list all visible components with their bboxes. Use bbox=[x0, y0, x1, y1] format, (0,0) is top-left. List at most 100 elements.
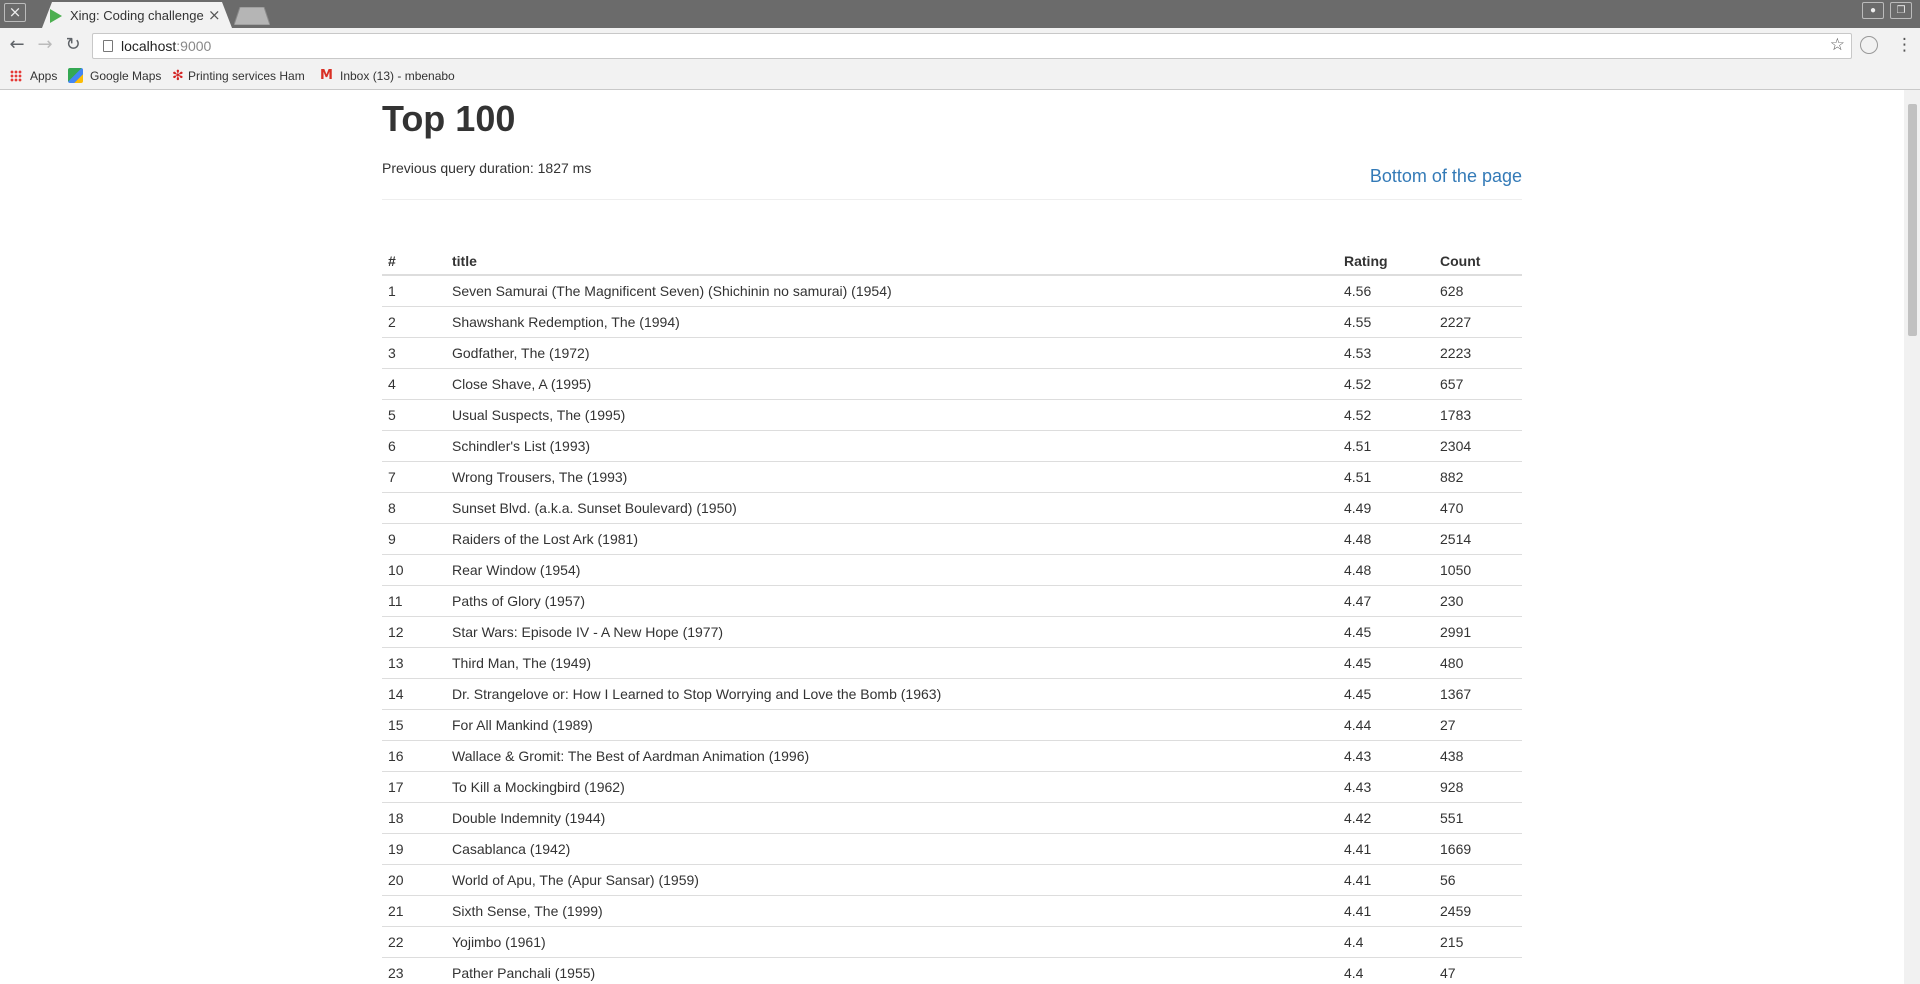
cell-title: Third Man, The (1949) bbox=[446, 647, 1338, 679]
address-bar[interactable]: localhost:9000 ☆ bbox=[92, 33, 1852, 59]
cell-count: 438 bbox=[1434, 740, 1522, 772]
table-row: 2 Shawshank Redemption, The (1994) 4.55 222… bbox=[382, 306, 1522, 338]
new-tab-button[interactable] bbox=[234, 7, 270, 25]
cell-title: Godfather, The (1972) bbox=[446, 337, 1338, 369]
url-text: localhost:9000 bbox=[121, 38, 211, 54]
table-row: 1 Seven Samurai (The Magnificent Seven) (… bbox=[382, 275, 1522, 307]
table-row: 21 Sixth Sense, The (1999) 4.41 2459 bbox=[382, 895, 1522, 927]
play-favicon-icon bbox=[50, 9, 62, 23]
back-arrow-icon[interactable]: ← bbox=[6, 34, 28, 56]
tab-close-icon[interactable]: × bbox=[208, 6, 221, 24]
cell-count: 480 bbox=[1434, 647, 1522, 679]
cell-title: Paths of Glory (1957) bbox=[446, 585, 1338, 617]
cell-title: Usual Suspects, The (1995) bbox=[446, 399, 1338, 431]
cell-rating: 4.47 bbox=[1338, 585, 1434, 617]
cell-title: Sunset Blvd. (a.k.a. Sunset Boulevard) (… bbox=[446, 492, 1338, 524]
cell-count: 1669 bbox=[1434, 833, 1522, 865]
bookmark-inbox[interactable]: M Inbox (13) - mbenabo bbox=[320, 67, 456, 85]
cell-rank: 23 bbox=[382, 957, 446, 984]
cell-rating: 4.56 bbox=[1338, 275, 1434, 307]
forward-arrow-icon[interactable]: → bbox=[34, 34, 56, 56]
cell-rank: 12 bbox=[382, 616, 446, 648]
cell-rank: 7 bbox=[382, 461, 446, 493]
page-info-icon[interactable] bbox=[103, 40, 113, 52]
header-divider bbox=[382, 199, 1522, 200]
gmail-icon: M bbox=[320, 68, 333, 83]
cell-count: 551 bbox=[1434, 802, 1522, 834]
url-port: :9000 bbox=[176, 38, 212, 54]
cell-rating: 4.51 bbox=[1338, 461, 1434, 493]
page-scrollbar[interactable] bbox=[1904, 90, 1920, 984]
apps-grid-icon bbox=[10, 70, 22, 82]
window-restore-icon[interactable]: ❐ bbox=[1890, 2, 1912, 19]
cell-title: Schindler's List (1993) bbox=[446, 430, 1338, 462]
window-close-icon[interactable]: × bbox=[4, 3, 26, 22]
tab-strip: × Xing: Coding challenge × ● ❐ bbox=[0, 0, 1920, 28]
bookmark-printing-services[interactable]: ✻ Printing services Ham bbox=[170, 67, 306, 85]
profile-icon[interactable]: ● bbox=[1862, 2, 1884, 19]
table-row: 23 Pather Panchali (1955) 4.4 47 bbox=[382, 957, 1522, 984]
page-title: Top 100 bbox=[382, 98, 516, 139]
bookmark-star-icon[interactable]: ☆ bbox=[1830, 35, 1845, 55]
cell-title: Dr. Strangelove or: How I Learned to Sto… bbox=[446, 678, 1338, 710]
cell-title: Raiders of the Lost Ark (1981) bbox=[446, 523, 1338, 555]
cell-rank: 1 bbox=[382, 275, 446, 307]
scrollbar-thumb[interactable] bbox=[1908, 104, 1917, 336]
cell-title: Pather Panchali (1955) bbox=[446, 957, 1338, 984]
cell-count: 882 bbox=[1434, 461, 1522, 493]
table-row: 4 Close Shave, A (1995) 4.52 657 bbox=[382, 368, 1522, 400]
cell-rating: 4.45 bbox=[1338, 678, 1434, 710]
table-row: 20 World of Apu, The (Apur Sansar) (1959)… bbox=[382, 864, 1522, 896]
cell-rank: 21 bbox=[382, 895, 446, 927]
cell-rank: 5 bbox=[382, 399, 446, 431]
column-header-title[interactable]: title bbox=[446, 242, 1338, 276]
column-header-count[interactable]: Count bbox=[1434, 242, 1522, 276]
bookmark-apps[interactable]: Apps bbox=[10, 67, 62, 85]
cell-title: For All Mankind (1989) bbox=[446, 709, 1338, 741]
table-row: 13 Third Man, The (1949) 4.45 480 bbox=[382, 647, 1522, 679]
cell-count: 27 bbox=[1434, 709, 1522, 741]
query-duration-text: Previous query duration: 1827 ms bbox=[382, 160, 592, 176]
cell-title: Star Wars: Episode IV - A New Hope (1977… bbox=[446, 616, 1338, 648]
bookmark-label: Inbox (13) - mbenabo bbox=[340, 69, 455, 83]
table-row: 8 Sunset Blvd. (a.k.a. Sunset Boulevard) … bbox=[382, 492, 1522, 524]
cell-rank: 17 bbox=[382, 771, 446, 803]
cell-title: Yojimbo (1961) bbox=[446, 926, 1338, 958]
cell-rank: 10 bbox=[382, 554, 446, 586]
tab-active[interactable]: Xing: Coding challenge × bbox=[42, 2, 232, 28]
bookmark-label: Apps bbox=[30, 69, 58, 83]
cell-rank: 4 bbox=[382, 368, 446, 400]
url-host: localhost bbox=[121, 38, 177, 54]
cell-rank: 22 bbox=[382, 926, 446, 958]
extension-icon[interactable] bbox=[1860, 36, 1878, 54]
table-row: 9 Raiders of the Lost Ark (1981) 4.48 2514 bbox=[382, 523, 1522, 555]
cell-count: 1050 bbox=[1434, 554, 1522, 586]
cell-rank: 14 bbox=[382, 678, 446, 710]
cell-rating: 4.4 bbox=[1338, 926, 1434, 958]
table-row: 16 Wallace & Gromit: The Best of Aardman … bbox=[382, 740, 1522, 772]
table-row: 5 Usual Suspects, The (1995) 4.52 1783 bbox=[382, 399, 1522, 431]
cell-count: 1367 bbox=[1434, 678, 1522, 710]
cell-rating: 4.52 bbox=[1338, 368, 1434, 400]
cell-rank: 6 bbox=[382, 430, 446, 462]
cell-rank: 18 bbox=[382, 802, 446, 834]
table-row: 17 To Kill a Mockingbird (1962) 4.43 928 bbox=[382, 771, 1522, 803]
menu-dots-icon[interactable]: ⋮ bbox=[1896, 35, 1913, 55]
cell-count: 628 bbox=[1434, 275, 1522, 307]
cell-rank: 9 bbox=[382, 523, 446, 555]
cell-count: 657 bbox=[1434, 368, 1522, 400]
bottom-of-page-link[interactable]: Bottom of the page bbox=[1370, 166, 1522, 187]
reload-icon[interactable]: ↻ bbox=[62, 34, 84, 56]
column-header-rating[interactable]: Rating bbox=[1338, 242, 1434, 276]
bookmark-google-maps[interactable]: Google Maps bbox=[68, 67, 163, 85]
bookmark-label: Printing services Ham bbox=[188, 69, 305, 83]
table-row: 22 Yojimbo (1961) 4.4 215 bbox=[382, 926, 1522, 958]
column-header-num[interactable]: # bbox=[382, 242, 446, 276]
cell-count: 2304 bbox=[1434, 430, 1522, 462]
cell-title: To Kill a Mockingbird (1962) bbox=[446, 771, 1338, 803]
cell-count: 2514 bbox=[1434, 523, 1522, 555]
cell-rank: 8 bbox=[382, 492, 446, 524]
cell-title: Casablanca (1942) bbox=[446, 833, 1338, 865]
cell-rating: 4.45 bbox=[1338, 647, 1434, 679]
cell-count: 56 bbox=[1434, 864, 1522, 896]
